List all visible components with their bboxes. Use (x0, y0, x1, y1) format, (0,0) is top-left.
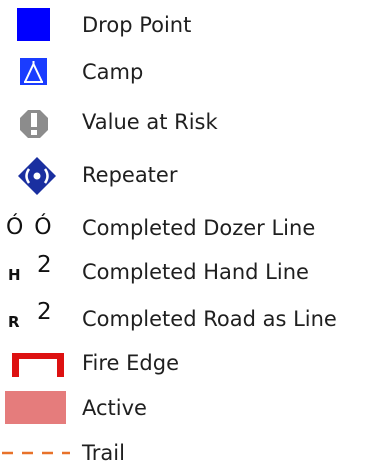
legend-label: Active (82, 396, 147, 420)
legend-label: Fire Edge (82, 351, 180, 375)
trail-icon (0, 431, 78, 475)
legend-label: Repeater (82, 163, 178, 187)
fire-edge-icon (0, 341, 78, 385)
legend-label: Completed Dozer Line (82, 216, 316, 240)
legend-item-completed-dozer-line: Ó Ó Completed Dozer Line (0, 206, 370, 250)
legend-label: Trail (82, 441, 125, 465)
legend-item-repeater: Repeater (0, 153, 370, 197)
dozer-line-symbol-text: Ó Ó (6, 215, 54, 240)
legend-item-fire-edge: Fire Edge (0, 341, 370, 385)
legend-item-value-at-risk: Value at Risk (0, 100, 370, 144)
road-line-number: 2 (37, 299, 52, 325)
legend-item-completed-hand-line: H 2 Completed Hand Line (0, 250, 370, 294)
legend-label: Drop Point (82, 13, 192, 37)
drop-point-icon (0, 3, 78, 47)
road-line-icon: R 2 (0, 297, 78, 341)
map-legend: Drop Point Camp Value at Risk Repeater Ó… (0, 0, 370, 468)
legend-item-drop-point: Drop Point (0, 3, 370, 47)
legend-label: Value at Risk (82, 110, 218, 134)
legend-item-active: Active (0, 386, 370, 430)
camp-icon (0, 50, 78, 94)
legend-label: Camp (82, 60, 144, 84)
legend-item-trail: Trail (0, 431, 370, 475)
hand-line-letter: H (8, 266, 21, 284)
legend-item-camp: Camp (0, 50, 370, 94)
legend-label: Completed Road as Line (82, 307, 337, 331)
hand-line-number: 2 (37, 252, 52, 278)
legend-label: Completed Hand Line (82, 260, 309, 284)
value-at-risk-icon (0, 100, 78, 144)
active-swatch (0, 386, 78, 430)
dozer-line-icon: Ó Ó (0, 206, 78, 250)
repeater-icon (0, 153, 78, 197)
legend-item-completed-road-as-line: R 2 Completed Road as Line (0, 297, 370, 341)
hand-line-icon: H 2 (0, 250, 78, 294)
road-line-letter: R (8, 313, 20, 331)
